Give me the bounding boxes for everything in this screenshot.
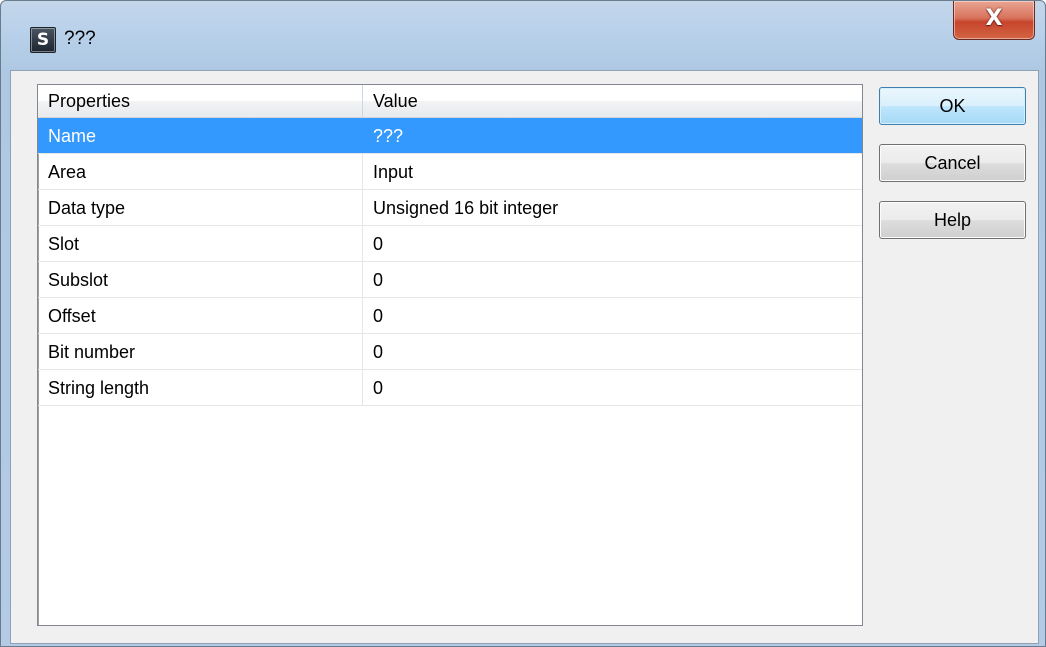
property-cell: Slot — [38, 226, 363, 261]
list-rows: Name ??? Area Input Data type Unsigned 1… — [38, 118, 862, 406]
value-cell: 0 — [373, 270, 384, 290]
property-cell: Data type — [38, 190, 363, 225]
dialog-window: S ??? X Properties Value Name ??? Area I… — [0, 0, 1046, 647]
property-cell: Area — [38, 154, 363, 189]
ok-button[interactable]: OK — [879, 87, 1026, 125]
app-icon: S — [30, 27, 56, 53]
property-cell: Subslot — [38, 262, 363, 297]
properties-list[interactable]: Properties Value Name ??? Area Input Dat… — [37, 84, 863, 626]
close-button[interactable]: X — [953, 1, 1035, 40]
table-row[interactable]: String length 0 — [38, 370, 862, 406]
value-cell: ??? — [373, 126, 404, 146]
value-cell: Unsigned 16 bit integer — [373, 198, 559, 218]
window-title: ??? — [64, 28, 96, 49]
table-row[interactable]: Bit number 0 — [38, 334, 862, 370]
table-row[interactable]: Subslot 0 — [38, 262, 862, 298]
table-row[interactable]: Slot 0 — [38, 226, 862, 262]
list-header: Properties Value — [38, 85, 862, 118]
property-cell: Bit number — [38, 334, 363, 369]
dialog-client-area: Properties Value Name ??? Area Input Dat… — [10, 70, 1039, 644]
property-cell: Offset — [38, 298, 363, 333]
close-icon: X — [985, 6, 1003, 31]
table-row[interactable]: Name ??? — [38, 118, 862, 154]
value-cell: 0 — [373, 378, 384, 398]
title-bar[interactable]: S ??? X — [1, 1, 1045, 71]
cancel-button[interactable]: Cancel — [879, 144, 1026, 182]
help-button[interactable]: Help — [879, 201, 1026, 239]
value-cell: 0 — [373, 342, 384, 362]
property-cell: Name — [38, 118, 363, 153]
value-cell: Input — [373, 162, 414, 182]
table-row[interactable]: Offset 0 — [38, 298, 862, 334]
value-cell: 0 — [373, 234, 384, 254]
table-row[interactable]: Data type Unsigned 16 bit integer — [38, 190, 862, 226]
property-cell: String length — [38, 370, 363, 405]
value-cell: 0 — [373, 306, 384, 326]
table-row[interactable]: Area Input — [38, 154, 862, 190]
column-header-properties[interactable]: Properties — [38, 85, 363, 117]
column-header-value[interactable]: Value — [363, 85, 862, 117]
